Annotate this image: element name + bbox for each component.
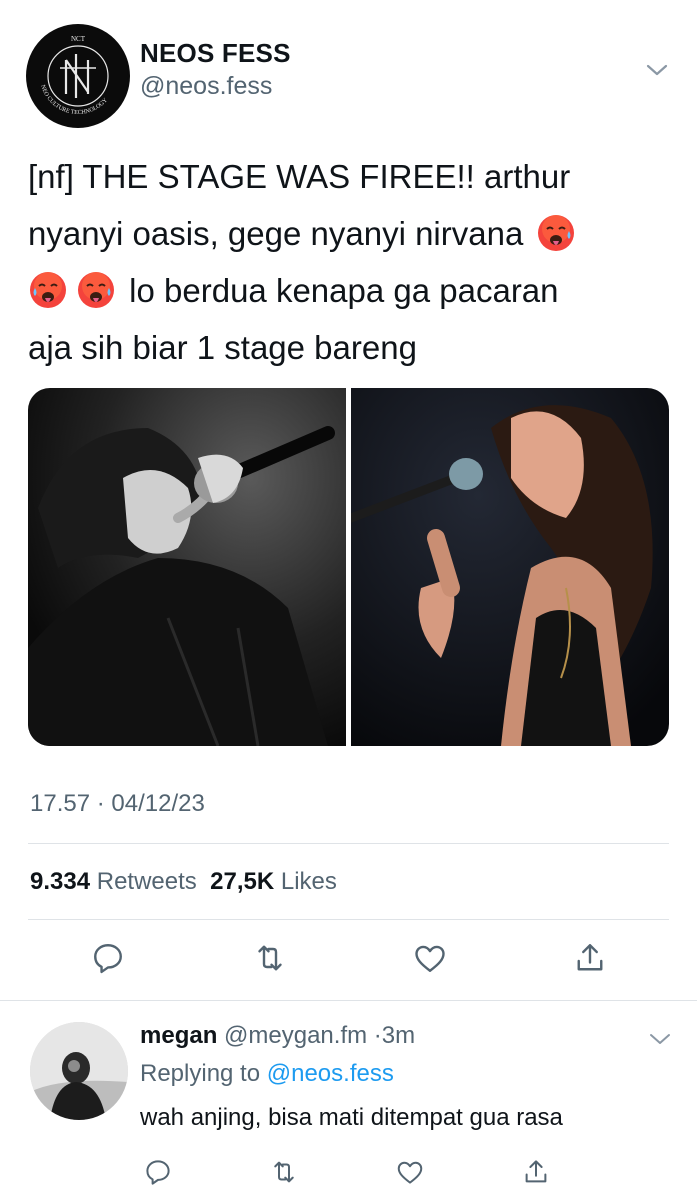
author-handle[interactable]: @neos.fess: [140, 72, 272, 101]
like-icon: [397, 1161, 423, 1184]
reply-icon: [94, 944, 122, 974]
tweet-actions: [28, 936, 669, 986]
tweet-text: [nf] THE STAGE WAS FIREE!! arthur nyanyi…: [28, 148, 668, 376]
retweets-stat[interactable]: 9.334 Retweets: [30, 868, 197, 895]
nct-logo: NCT NEO CULTURE TECHNOLOGY: [28, 26, 128, 126]
likes-label: Likes: [280, 868, 337, 895]
share-icon: [525, 1160, 547, 1183]
share-icon: [577, 944, 603, 971]
reply-text: wah anjing, bisa mati ditempat gua rasa: [140, 1104, 563, 1131]
reply-author-handle[interactable]: @meygan.fm: [224, 1022, 367, 1049]
replying-to-handle[interactable]: @neos.fess: [267, 1060, 394, 1087]
reply-icon: [146, 1160, 170, 1185]
author-display-name[interactable]: NEOS FESS: [140, 38, 291, 69]
reply-actions: [138, 1150, 638, 1190]
share-button[interactable]: [570, 936, 610, 980]
hot-face-emoji-icon: [538, 215, 575, 251]
replying-to-label: Replying to: [140, 1060, 261, 1087]
logo-top-text: NCT: [71, 35, 86, 43]
chevron-down-icon[interactable]: [646, 1028, 674, 1050]
retweet-button[interactable]: [250, 936, 290, 980]
singer-photo-bw: [28, 388, 346, 746]
reply-author-avatar[interactable]: [30, 1022, 128, 1120]
likes-stat[interactable]: 27,5K Likes: [210, 868, 337, 895]
media-photo-left[interactable]: [28, 388, 347, 746]
media-photo-right[interactable]: [350, 388, 670, 746]
retweet-icon: [258, 945, 282, 971]
like-button[interactable]: [390, 1150, 430, 1194]
tweet-timestamp[interactable]: 17.57 · 04/12/23: [30, 790, 205, 818]
singer-photo-color: [350, 388, 669, 746]
section-divider: [0, 1000, 697, 1001]
like-icon: [415, 945, 445, 972]
retweets-count: 9.334: [30, 868, 91, 895]
divider: [28, 843, 669, 844]
tweet-text-line: lo berdua kenapa ga pacaran: [28, 262, 668, 319]
reply-button[interactable]: [88, 936, 128, 980]
hot-face-emoji-icon: [30, 272, 66, 308]
share-button[interactable]: [516, 1150, 556, 1194]
reply-avatar-photo: [30, 1022, 128, 1120]
tweet-text-line: aja sih biar 1 stage bareng: [28, 329, 417, 366]
reply-header: megan @meygan.fm ·3m: [140, 1022, 415, 1050]
tweet-text-line: nyanyi oasis, gege nyanyi nirvana: [28, 205, 668, 262]
likes-count: 27,5K: [210, 868, 275, 895]
retweet-icon: [274, 1161, 294, 1183]
reply-author-name[interactable]: megan: [140, 1022, 217, 1049]
reply-time: 3m: [381, 1022, 416, 1049]
tweet-stats: 9.334 Retweets 27,5K Likes: [30, 868, 337, 896]
retweets-label: Retweets: [96, 868, 197, 895]
reply-separator: ·: [373, 1022, 382, 1049]
hot-face-emoji-icon: [78, 272, 114, 308]
replying-to: Replying to @neos.fess: [140, 1060, 394, 1088]
tweet-media[interactable]: [28, 388, 669, 746]
like-button[interactable]: [410, 936, 450, 980]
retweet-button[interactable]: [264, 1150, 304, 1194]
chevron-down-icon[interactable]: [642, 58, 672, 82]
reply-button[interactable]: [138, 1150, 178, 1194]
divider: [28, 919, 669, 920]
author-avatar[interactable]: NCT NEO CULTURE TECHNOLOGY: [26, 24, 130, 128]
tweet-text-line: [nf] THE STAGE WAS FIREE!! arthur: [28, 158, 571, 195]
